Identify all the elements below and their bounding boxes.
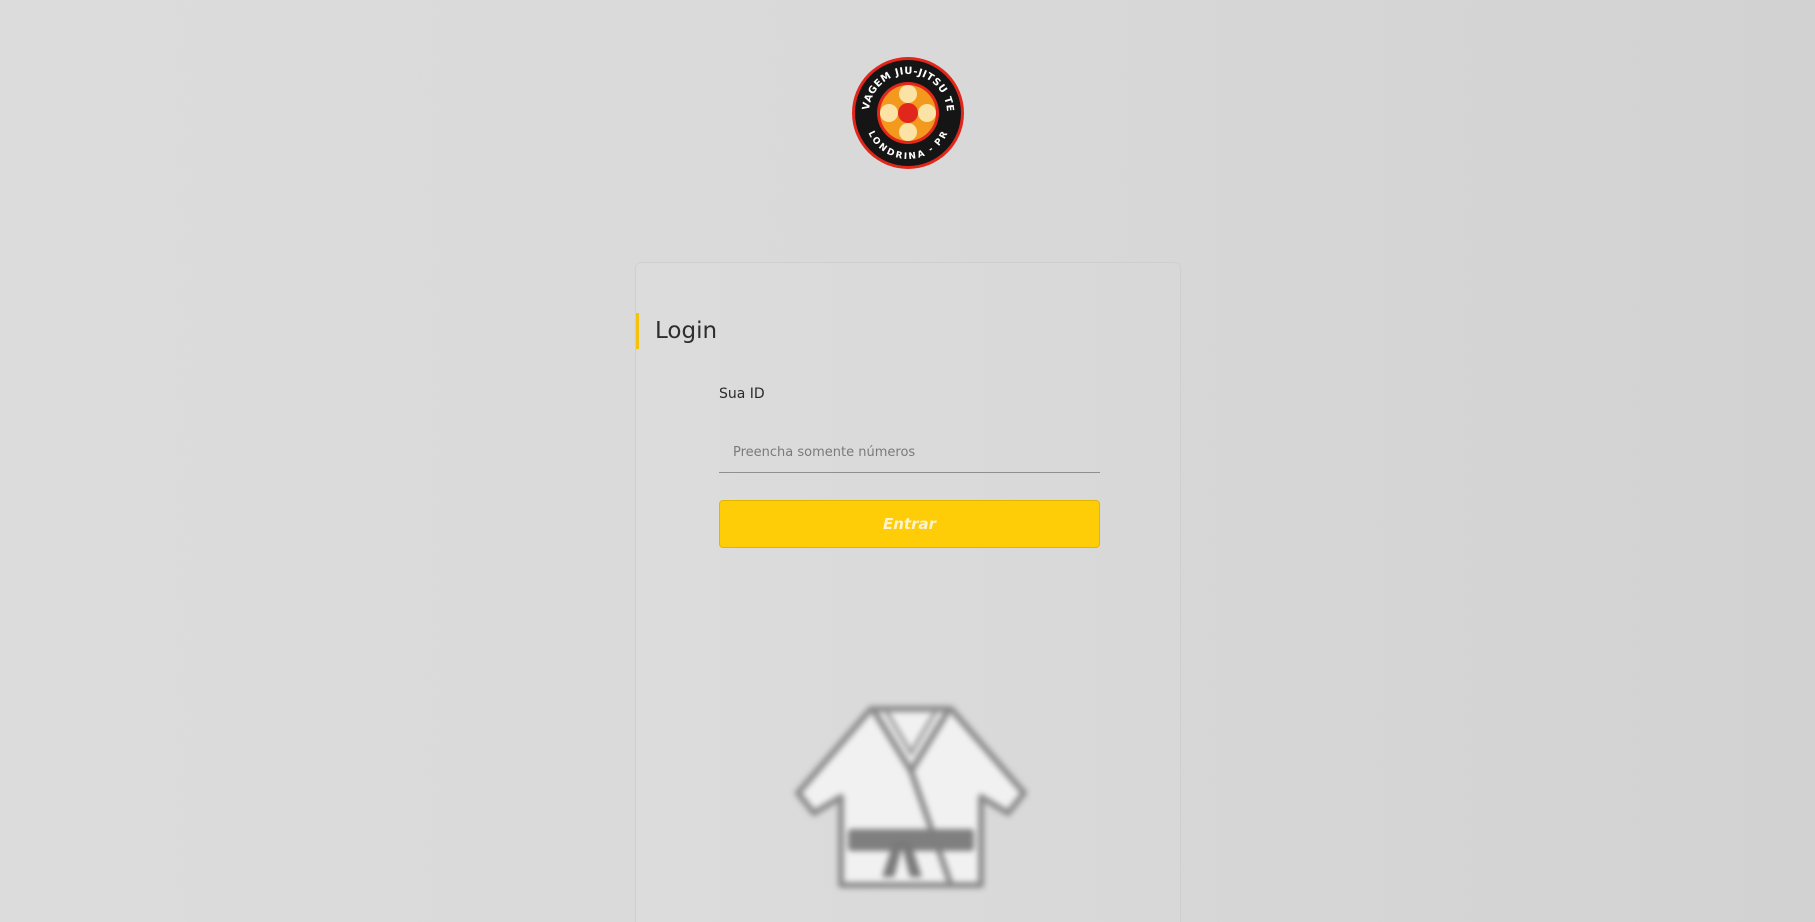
login-title: Login: [655, 318, 718, 344]
login-heading: Login: [636, 313, 717, 349]
id-label: Sua ID: [719, 386, 765, 402]
team-logo: SELVAGEM JIU-JITSU TEAM LONDRINA - PR: [851, 56, 965, 170]
title-accent-bar: [636, 313, 639, 349]
login-button[interactable]: Entrar: [719, 500, 1100, 548]
jiu-jitsu-gi-icon: [776, 701, 1046, 891]
login-card: Login Sua ID Entrar: [635, 262, 1181, 922]
id-input[interactable]: [719, 433, 1100, 473]
